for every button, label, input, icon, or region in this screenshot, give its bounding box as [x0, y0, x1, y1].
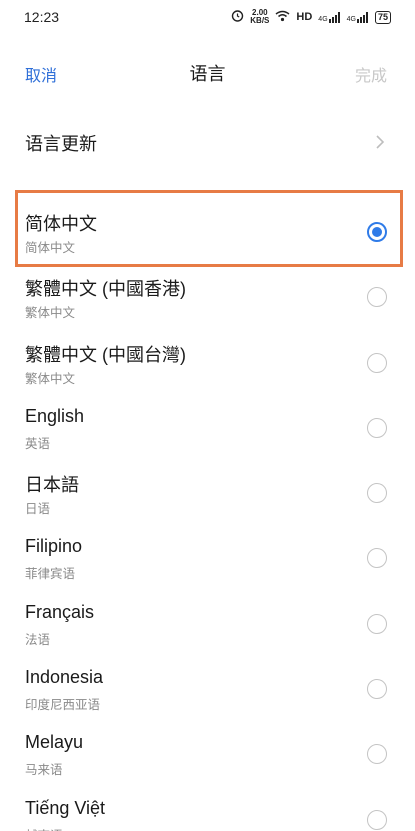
language-option[interactable]: 繁體中文 (中國台灣) 繁体中文: [0, 331, 415, 396]
radio-unselected-icon[interactable]: [367, 613, 387, 634]
radio-unselected-icon[interactable]: [367, 352, 387, 373]
language-option[interactable]: Melayu 马来语: [0, 722, 415, 787]
language-name: Melayu: [25, 732, 84, 753]
radio-unselected-icon[interactable]: [367, 548, 387, 569]
status-bar: 12:23 2.00 KB/S HD 4G 4G 75: [0, 0, 415, 36]
radio-unselected-icon[interactable]: [367, 679, 387, 700]
language-name: 日本語: [25, 475, 79, 496]
page-title: 语言: [189, 64, 226, 85]
cancel-button[interactable]: 取消: [25, 62, 57, 86]
language-subtitle: 菲律宾语: [25, 566, 76, 582]
language-update-label: 语言更新: [25, 134, 97, 155]
language-name: Tiếng Việt: [25, 797, 106, 818]
language-name: 繁體中文 (中國香港): [25, 279, 186, 300]
language-name: Français: [25, 601, 95, 622]
language-option[interactable]: 日本語 日语: [0, 461, 415, 526]
hd-label: HD: [296, 11, 313, 23]
speed-unit: KB/S: [250, 16, 270, 25]
signal-icon-1: 4G: [318, 11, 340, 23]
language-subtitle: 英语: [25, 435, 51, 451]
status-time: 12:23: [24, 9, 60, 25]
language-name: 简体中文: [25, 214, 97, 234]
radio-unselected-icon[interactable]: [367, 809, 387, 830]
language-list: 简体中文 简体中文 繁體中文 (中國香港) 繁体中文 繁體中文 (中國台灣) 繁体中文 En…: [0, 200, 415, 831]
done-button[interactable]: 完成: [355, 62, 387, 86]
signal-label-2: 4G: [346, 15, 356, 23]
language-option[interactable]: 简体中文 简体中文: [0, 200, 415, 265]
language-subtitle: 繁体中文: [25, 305, 76, 321]
language-option[interactable]: Filipino 菲律宾语: [0, 526, 415, 591]
radio-unselected-icon[interactable]: [367, 744, 387, 765]
language-option[interactable]: 繁體中文 (中國香港) 繁体中文: [0, 265, 415, 330]
signal-label-1: 4G: [318, 15, 328, 23]
radio-selected-icon[interactable]: [367, 222, 387, 242]
network-speed: 2.00 KB/S: [250, 9, 269, 25]
radio-unselected-icon[interactable]: [367, 483, 387, 504]
language-subtitle: 繁体中文: [25, 370, 76, 386]
radio-unselected-icon[interactable]: [367, 287, 387, 308]
language-name: 繁體中文 (中國台灣): [25, 344, 186, 365]
language-name: English: [25, 405, 85, 426]
radio-unselected-icon[interactable]: [367, 417, 387, 438]
language-option[interactable]: English 英语: [0, 396, 415, 461]
language-name: Indonesia: [25, 667, 104, 688]
language-update-row[interactable]: 语言更新: [0, 118, 415, 166]
chevron-right-icon: [376, 135, 385, 149]
language-subtitle: 日语: [25, 501, 51, 517]
language-subtitle: 简体中文: [25, 240, 76, 255]
language-name: Filipino: [25, 536, 83, 557]
language-subtitle: 印度尼西亚语: [25, 697, 101, 713]
status-icons: 2.00 KB/S HD 4G 4G 75: [231, 9, 391, 25]
language-option[interactable]: Indonesia 印度尼西亚语: [0, 657, 415, 722]
language-option[interactable]: Français 法语: [0, 592, 415, 657]
language-option[interactable]: Tiếng Việt 越南语: [0, 788, 415, 831]
wifi-icon: [275, 10, 290, 25]
nav-bar: 取消 语言 完成: [0, 50, 415, 94]
language-subtitle: 法语: [25, 631, 51, 647]
battery-icon: 75: [374, 10, 391, 24]
language-subtitle: 越南语: [25, 825, 63, 831]
alarm-icon: [231, 9, 244, 25]
language-subtitle: 马来语: [25, 762, 63, 778]
signal-icon-2: 4G: [346, 11, 369, 23]
